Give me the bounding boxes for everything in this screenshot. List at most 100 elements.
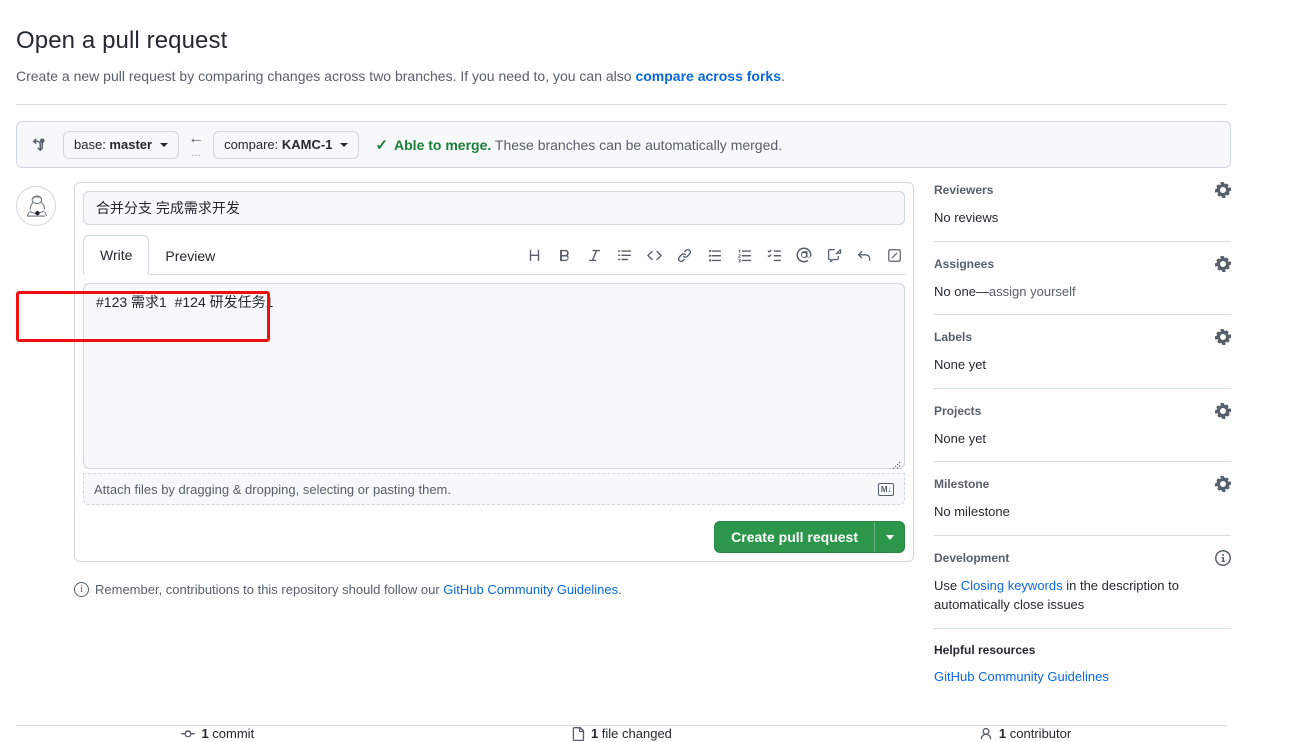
task-list-icon[interactable] — [763, 244, 785, 266]
note-text-before: Remember, contributions to this reposito… — [95, 582, 444, 597]
italic-icon[interactable] — [583, 244, 605, 266]
labels-body: None yet — [934, 357, 987, 372]
mention-icon[interactable] — [793, 244, 815, 266]
helpful-community-guidelines-link[interactable]: GitHub Community Guidelines — [934, 669, 1109, 684]
sidebar-section-helpful-resources: Helpful resources GitHub Community Guide… — [934, 643, 1231, 700]
link-icon[interactable] — [673, 244, 695, 266]
avatar — [16, 186, 56, 226]
stat-files-changed[interactable]: 1 file changed — [420, 726, 824, 741]
note-text-after: . — [618, 582, 622, 597]
saved-replies-icon[interactable] — [823, 244, 845, 266]
git-compare-icon — [29, 135, 49, 155]
pr-body-textarea[interactable] — [83, 283, 905, 469]
labels-title: Labels — [934, 330, 973, 344]
bold-icon[interactable] — [553, 244, 575, 266]
projects-title: Projects — [934, 403, 982, 418]
sidebar-section-milestone: Milestone No milestone — [934, 475, 1232, 536]
editor-area — [83, 283, 905, 474]
contributor-count: 1 — [998, 726, 1007, 741]
sidebar-section-projects: Projects None yet — [934, 402, 1232, 462]
arrow-left-icon: ← — [188, 129, 205, 147]
compare-across-forks-link[interactable]: compare across forks — [635, 68, 781, 84]
community-guidelines-note: i Remember, contributions to this reposi… — [74, 582, 918, 597]
sidebar-section-development: Development Use Closing keywords in the … — [934, 549, 1231, 629]
stat-commits[interactable]: 1 commit — [16, 726, 420, 741]
compare-branch-label: compare: KAMC-1 — [224, 137, 333, 152]
gear-icon[interactable] — [1214, 475, 1232, 493]
assignees-body: No one—assign yourself — [934, 282, 1231, 302]
base-branch-selector[interactable]: base: master — [63, 130, 180, 159]
assignees-none-text: No one— — [934, 283, 989, 299]
gear-icon[interactable] — [1214, 181, 1232, 199]
reference-icon[interactable] — [853, 244, 875, 266]
code-icon[interactable] — [643, 244, 665, 266]
markdown-toolbar — [523, 244, 905, 274]
contributor-label: contributor — [1009, 726, 1072, 741]
stat-contributors[interactable]: 1 contributor — [823, 726, 1227, 741]
subtitle-text: Create a new pull request by comparing c… — [16, 68, 636, 84]
attach-files-bar[interactable]: Attach files by dragging & dropping, sel… — [83, 473, 905, 505]
pr-sidebar: Reviewers No reviews Assignees No one—as… — [934, 181, 1232, 713]
closing-keywords-link[interactable]: Closing keywords — [961, 578, 1063, 593]
chevron-down-icon — [885, 534, 894, 540]
merge-status: ✓ Able to merge. These branches can be a… — [375, 136, 782, 154]
form-actions: Create pull request — [83, 521, 905, 553]
commit-count: 1 — [201, 726, 209, 741]
assignees-header: Assignees — [934, 255, 1232, 272]
sidebar-section-reviewers: Reviewers No reviews — [934, 181, 1232, 242]
editor-tabs: Write Preview — [83, 235, 905, 275]
milestone-title: Milestone — [934, 477, 990, 491]
chevron-down-icon — [340, 142, 349, 147]
create-pr-dropdown-toggle[interactable] — [874, 522, 904, 552]
ordered-list-icon[interactable] — [733, 244, 755, 266]
chevron-down-icon — [160, 142, 169, 147]
assign-yourself-link[interactable]: assign yourself — [989, 284, 1076, 299]
ellipsis-icon: ... — [191, 146, 201, 159]
development-header: Development — [934, 549, 1231, 566]
milestone-body: No milestone — [934, 504, 1010, 519]
tab-preview[interactable]: Preview — [149, 237, 231, 275]
compare-branch-selector[interactable]: compare: KAMC-1 — [213, 130, 360, 159]
helpful-resources-header: Helpful resources — [934, 643, 1231, 657]
pull-request-page: Open a pull request Create a new pull re… — [0, 0, 1294, 742]
pr-comment-box: Write Preview — [74, 182, 914, 562]
labels-header: Labels — [934, 328, 1232, 346]
assignees-title: Assignees — [934, 256, 995, 271]
attach-files-text: Attach files by dragging & dropping, sel… — [94, 481, 451, 497]
page-subtitle: Create a new pull request by comparing c… — [16, 66, 1294, 87]
projects-body: None yet — [934, 430, 987, 446]
development-text-before: Use — [934, 577, 961, 593]
page-title: Open a pull request — [16, 27, 228, 54]
main-content: Write Preview — [16, 181, 1232, 713]
compare-direction-arrow: ← ... — [179, 129, 213, 159]
gear-icon[interactable] — [1214, 402, 1232, 419]
branch-compare-bar: base: master ← ... compare: KAMC-1 ✓ Abl… — [16, 121, 1231, 168]
development-title: Development — [934, 550, 1010, 565]
fullscreen-icon[interactable] — [883, 244, 905, 266]
heading-icon[interactable] — [523, 244, 545, 266]
reviewers-header: Reviewers — [934, 181, 1232, 199]
merge-status-rest: These branches can be automatically merg… — [491, 136, 783, 153]
info-icon: i — [74, 582, 89, 597]
community-guidelines-link[interactable]: GitHub Community Guidelines — [443, 582, 618, 597]
quote-icon[interactable] — [613, 244, 635, 266]
unordered-list-icon[interactable] — [703, 244, 725, 266]
file-icon — [571, 726, 585, 741]
info-icon[interactable] — [1215, 549, 1231, 566]
files-changed-label: file changed — [601, 726, 672, 741]
create-pull-request-button[interactable]: Create pull request — [714, 521, 905, 553]
create-pull-request-label: Create pull request — [731, 529, 858, 545]
gear-icon[interactable] — [1214, 328, 1232, 346]
reviewers-body: No reviews — [934, 210, 999, 225]
pr-title-input[interactable] — [83, 191, 905, 225]
projects-header: Projects — [934, 402, 1232, 419]
pr-form-column: Write Preview — [16, 182, 918, 597]
commit-label: commit — [212, 726, 255, 741]
base-branch-label: base: master — [74, 137, 153, 152]
person-icon — [979, 727, 993, 741]
subtitle-period: . — [781, 68, 785, 84]
gear-icon[interactable] — [1214, 255, 1232, 272]
pr-stats-bar: 1 commit 1 file changed 1 contributor — [16, 726, 1227, 742]
tab-write[interactable]: Write — [83, 235, 150, 275]
page-header: Open a pull request Create a new pull re… — [0, 0, 1294, 87]
